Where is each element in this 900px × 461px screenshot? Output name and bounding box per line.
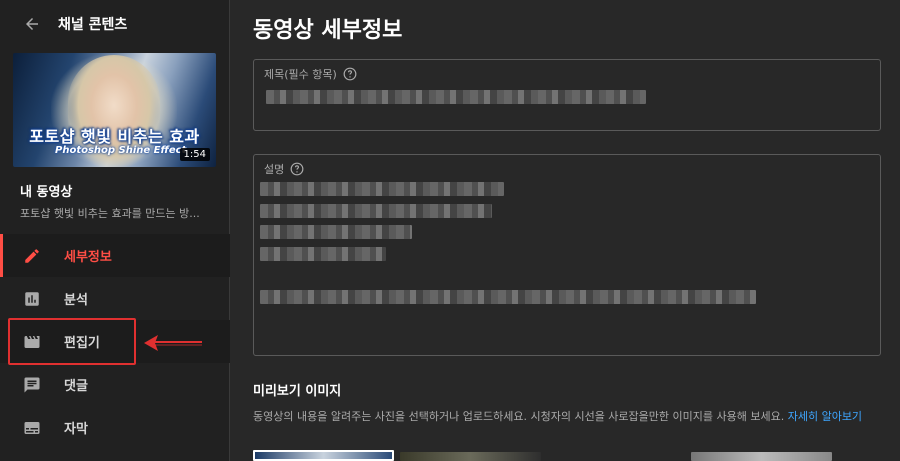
thumbnail-option[interactable] bbox=[253, 450, 394, 461]
sidebar: 채널 콘텐츠 포토샵 햇빛 비추는 효과 Photoshop Shine Eff… bbox=[0, 0, 230, 461]
page-title: 동영상 세부정보 bbox=[253, 18, 403, 43]
channel-content-title: 채널 콘텐츠 bbox=[58, 17, 128, 33]
analytics-icon bbox=[22, 289, 42, 309]
thumbnail-section-helper: 동영상의 내용을 알려주는 사진을 선택하거나 업로드하세요. 시청자의 시선을… bbox=[253, 410, 863, 423]
pencil-icon bbox=[22, 246, 42, 266]
redacted-description-text bbox=[260, 247, 386, 261]
main-content: 동영상 세부정보 제목(필수 항목) 설명 미리보기 이미지 동영상의 내용을 … bbox=[231, 0, 900, 461]
video-description: 포토샵 햇빛 비추는 효과를 만드는 방... bbox=[20, 207, 200, 220]
annotation-arrow-icon bbox=[144, 335, 202, 351]
thumbnail-section-heading: 미리보기 이미지 bbox=[253, 384, 342, 399]
subtitles-icon bbox=[22, 418, 42, 438]
redacted-description-text bbox=[260, 204, 492, 218]
thumbnail-option[interactable] bbox=[691, 452, 832, 461]
video-title: 내 동영상 bbox=[20, 185, 73, 200]
sidebar-item-label: 세부정보 bbox=[64, 250, 112, 265]
sidebar-item-label: 댓글 bbox=[64, 379, 88, 394]
redacted-description-text bbox=[260, 290, 756, 304]
thumbnail-overlay-subtitle: Photoshop Shine Effect bbox=[55, 145, 187, 156]
description-field[interactable]: 설명 bbox=[253, 154, 881, 356]
sidebar-item-subtitles[interactable]: 자막 bbox=[0, 406, 230, 449]
sidebar-item-label: 편집기 bbox=[64, 336, 100, 351]
redacted-description-text bbox=[260, 225, 412, 239]
help-icon[interactable] bbox=[290, 162, 304, 176]
video-thumbnail[interactable]: 포토샵 햇빛 비추는 효과 Photoshop Shine Effect 1:5… bbox=[13, 53, 216, 167]
sidebar-header: 채널 콘텐츠 bbox=[0, 0, 229, 48]
learn-more-link[interactable]: 자세히 알아보기 bbox=[788, 410, 862, 423]
help-icon[interactable] bbox=[343, 67, 357, 81]
sidebar-item-analytics[interactable]: 분석 bbox=[0, 277, 230, 320]
sidebar-item-details[interactable]: 세부정보 bbox=[0, 234, 230, 277]
sidebar-item-label: 분석 bbox=[64, 293, 88, 308]
sidebar-item-comments[interactable]: 댓글 bbox=[0, 363, 230, 406]
video-duration: 1:54 bbox=[179, 148, 210, 161]
redacted-title-text bbox=[266, 90, 646, 104]
description-field-label: 설명 bbox=[264, 161, 304, 177]
comment-icon bbox=[22, 375, 42, 395]
title-field[interactable]: 제목(필수 항목) bbox=[253, 59, 881, 131]
thumbnail-overlay-title: 포토샵 햇빛 비추는 효과 bbox=[29, 127, 200, 146]
back-arrow-icon[interactable] bbox=[20, 12, 44, 36]
sidebar-item-label: 자막 bbox=[64, 422, 88, 437]
thumbnail-option[interactable] bbox=[400, 452, 541, 461]
clapperboard-icon bbox=[22, 332, 42, 352]
title-field-label: 제목(필수 항목) bbox=[264, 66, 357, 82]
redacted-description-text bbox=[260, 182, 504, 196]
